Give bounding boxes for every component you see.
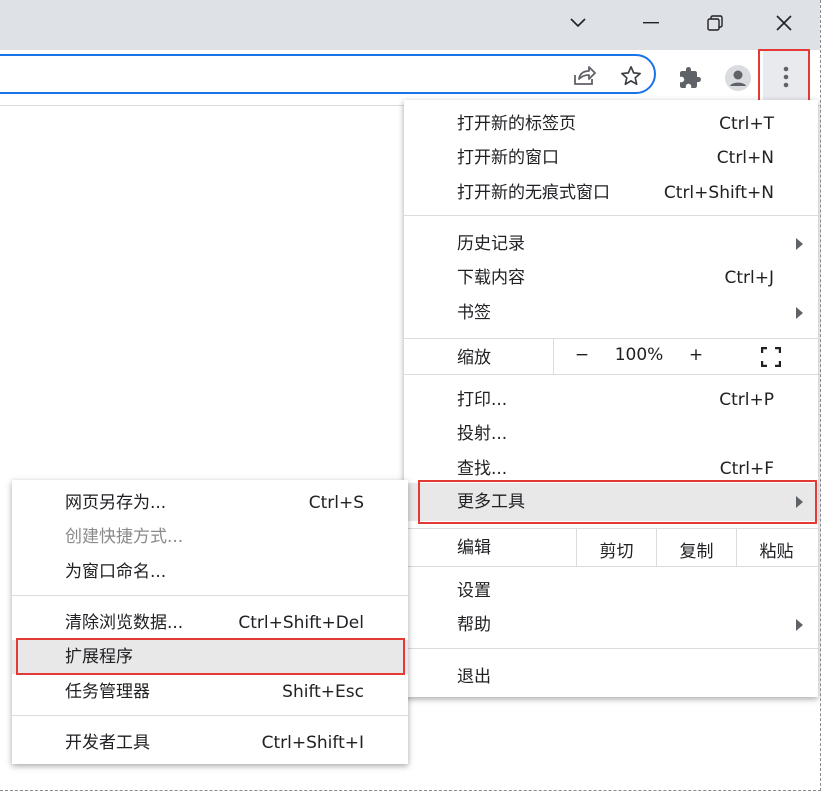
menu-item-shortcut: Ctrl+S	[308, 493, 364, 513]
cut-button[interactable]: 剪切	[577, 537, 656, 562]
menu-item-label: 设置	[457, 581, 491, 601]
menu-separator	[404, 528, 818, 529]
menu-item-shortcut: Ctrl+T	[719, 114, 774, 134]
share-button[interactable]	[568, 60, 600, 92]
menu-item-exit[interactable]: 退出	[404, 660, 818, 694]
close-window-button[interactable]	[753, 0, 815, 46]
more-tools-submenu: 网页另存为... Ctrl+S 创建快捷方式... 为窗口命名... 清除浏览数…	[12, 480, 408, 764]
paste-button[interactable]: 粘贴	[737, 537, 816, 562]
menu-item-new-tab[interactable]: 打开新的标签页 Ctrl+T	[404, 107, 818, 141]
restore-button[interactable]	[684, 0, 746, 46]
menu-item-cast[interactable]: 投射...	[404, 417, 818, 451]
title-bar	[0, 0, 820, 50]
menu-item-shortcut: Ctrl+J	[724, 268, 774, 288]
menu-separator	[404, 566, 818, 567]
menu-item-label: 下载内容	[457, 268, 525, 288]
zoom-out-button[interactable]: −	[567, 345, 597, 365]
zoom-level: 100%	[614, 345, 664, 365]
menu-item-label: 清除浏览数据...	[65, 613, 184, 633]
menu-item-label: 创建快捷方式...	[65, 527, 184, 547]
copy-button[interactable]: 复制	[657, 537, 736, 562]
more-tools-highlight	[418, 480, 817, 524]
menu-separator	[12, 715, 408, 716]
submenu-arrow-icon	[796, 619, 803, 631]
menu-separator	[404, 648, 818, 649]
menu-item-label: 投射...	[457, 424, 508, 444]
menu-item-label: 任务管理器	[65, 682, 150, 702]
menu-item-history[interactable]: 历史记录	[404, 227, 818, 261]
menu-item-label: 打开新的无痕式窗口	[457, 183, 610, 203]
fullscreen-button[interactable]	[754, 343, 788, 371]
menu-separator	[404, 338, 818, 339]
menu-separator	[404, 215, 818, 216]
menu-item-shortcut: Shift+Esc	[282, 682, 364, 702]
menu-item-bookmarks[interactable]: 书签	[404, 296, 818, 330]
menu-item-label: 网页另存为...	[65, 493, 167, 513]
menu-item-label: 书签	[457, 303, 491, 323]
bookmark-star-button[interactable]	[615, 60, 647, 92]
profile-button[interactable]	[721, 62, 755, 94]
menu-item-new-incognito[interactable]: 打开新的无痕式窗口 Ctrl+Shift+N	[404, 176, 818, 210]
restore-icon	[707, 15, 723, 31]
submenu-arrow-icon	[796, 307, 803, 319]
menu-item-label: 帮助	[457, 615, 491, 635]
menu-item-label: 打印...	[457, 390, 508, 410]
menu-item-label: 打开新的标签页	[457, 114, 576, 134]
menu-item-label: 退出	[457, 667, 491, 687]
menu-item-shortcut: Ctrl+Shift+Del	[238, 613, 364, 633]
zoom-label: 缩放	[457, 348, 491, 368]
submenu-item-dev-tools[interactable]: 开发者工具 Ctrl+Shift+I	[12, 726, 408, 760]
submenu-item-save-page[interactable]: 网页另存为... Ctrl+S	[12, 486, 408, 520]
puzzle-icon	[680, 67, 701, 88]
extensions-highlight	[16, 638, 405, 675]
share-icon	[574, 66, 596, 85]
menu-item-label: 打开新的窗口	[457, 148, 559, 168]
submenu-item-create-shortcut: 创建快捷方式...	[12, 520, 408, 554]
submenu-item-task-manager[interactable]: 任务管理器 Shift+Esc	[12, 675, 408, 709]
zoom-in-button[interactable]: +	[681, 345, 711, 365]
minimize-icon	[643, 22, 659, 24]
tab-search-button[interactable]	[547, 0, 609, 46]
submenu-item-clear-data[interactable]: 清除浏览数据... Ctrl+Shift+Del	[12, 606, 408, 640]
menu-item-label: 为窗口命名...	[65, 562, 167, 582]
menu-separator	[12, 595, 408, 596]
menu-item-label: 历史记录	[457, 234, 525, 254]
menu-item-shortcut: Ctrl+N	[716, 148, 774, 168]
submenu-arrow-icon	[796, 238, 803, 250]
menu-separator	[404, 374, 818, 375]
menu-item-settings[interactable]: 设置	[404, 574, 818, 608]
zoom-divider	[553, 339, 554, 374]
chrome-main-menu: 打开新的标签页 Ctrl+T 打开新的窗口 Ctrl+N 打开新的无痕式窗口 C…	[404, 100, 818, 697]
menu-item-label: 开发者工具	[65, 733, 150, 753]
menu-item-shortcut: Ctrl+P	[719, 390, 774, 410]
menu-item-new-window[interactable]: 打开新的窗口 Ctrl+N	[404, 141, 818, 175]
menu-item-help[interactable]: 帮助	[404, 608, 818, 642]
submenu-item-name-window[interactable]: 为窗口命名...	[12, 555, 408, 589]
browser-toolbar	[0, 50, 820, 106]
menu-item-shortcut: Ctrl+Shift+N	[663, 183, 774, 203]
extensions-button[interactable]	[673, 62, 707, 94]
avatar-icon	[725, 65, 751, 91]
edit-label: 编辑	[457, 538, 491, 558]
star-icon	[621, 66, 641, 86]
chevron-down-icon	[570, 18, 586, 28]
minimize-button[interactable]	[620, 0, 682, 46]
menu-item-print[interactable]: 打印... Ctrl+P	[404, 383, 818, 417]
close-icon	[776, 15, 792, 31]
menu-item-shortcut: Ctrl+Shift+I	[261, 733, 364, 753]
menu-item-downloads[interactable]: 下载内容 Ctrl+J	[404, 261, 818, 295]
address-bar[interactable]	[0, 54, 656, 94]
fullscreen-icon	[761, 347, 781, 367]
